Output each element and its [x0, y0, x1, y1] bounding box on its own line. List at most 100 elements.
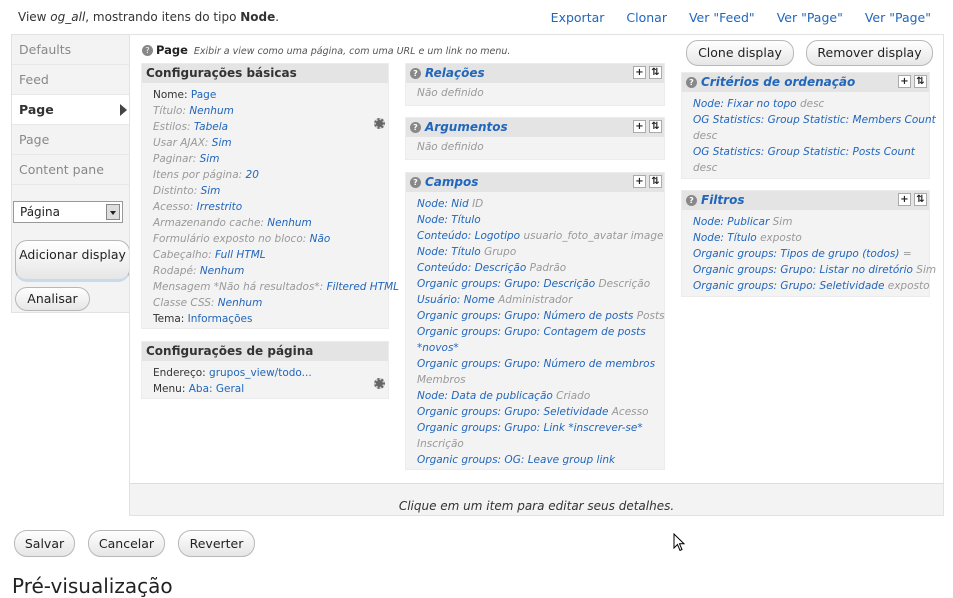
- tab-feed[interactable]: Feed: [12, 65, 129, 95]
- item-detail: Inscrição: [417, 438, 464, 450]
- arguments-box: ? Argumentos + ⇅ Não definido: [405, 117, 665, 160]
- analyze-button[interactable]: Analisar: [15, 287, 90, 311]
- setting-value-link[interactable]: Nenhum: [189, 105, 234, 117]
- item-link[interactable]: OG Statistics: Group Statistic: Posts Co…: [693, 146, 915, 158]
- add-icon[interactable]: +: [633, 120, 646, 133]
- rearrange-icon[interactable]: ⇅: [914, 75, 927, 88]
- setting-value-link[interactable]: Filtered HTML: [327, 281, 399, 293]
- item-link[interactable]: Organic groups: Tipos de grupo (todos): [693, 248, 899, 260]
- item-link[interactable]: *novos*: [417, 342, 459, 354]
- rearrange-icon[interactable]: ⇅: [914, 193, 927, 206]
- view-feed-link[interactable]: Ver "Feed": [689, 10, 755, 25]
- item-detail: Membros: [417, 374, 466, 386]
- save-button[interactable]: Salvar: [14, 530, 75, 557]
- item-link[interactable]: Organic groups: Grupo: Seletividade: [417, 406, 608, 418]
- help-icon[interactable]: ?: [686, 77, 697, 88]
- item-link[interactable]: Organic groups: Grupo: Número de membros: [417, 358, 655, 370]
- list-item: Organic groups: Grupo: Link *inscrever-s…: [417, 420, 664, 436]
- item-link[interactable]: Organic groups: Grupo: Seletividade: [693, 280, 884, 292]
- rearrange-icon[interactable]: ⇅: [649, 66, 662, 79]
- item-link[interactable]: Node: Título: [693, 232, 757, 244]
- revert-button[interactable]: Reverter: [178, 530, 255, 557]
- item-link[interactable]: Organic groups: Grupo: Contagem de posts: [417, 326, 646, 338]
- item-link[interactable]: Organic groups: OG: Leave group link: [417, 454, 615, 466]
- item-link[interactable]: Conteúdo: Logotipo: [417, 230, 520, 242]
- help-icon[interactable]: ?: [410, 68, 421, 79]
- help-icon[interactable]: ?: [142, 45, 153, 56]
- add-icon[interactable]: +: [633, 66, 646, 79]
- setting-row: Armazenando cache: Nenhum: [153, 215, 388, 231]
- export-link[interactable]: Exportar: [551, 10, 605, 25]
- list-item: Organic groups: Grupo: Descrição Descriç…: [417, 276, 664, 292]
- tab-defaults[interactable]: Defaults: [12, 35, 129, 65]
- sort-box: ? Critérios de ordenação + ⇅ Node: Fixar no…: [681, 72, 936, 179]
- add-icon[interactable]: +: [898, 75, 911, 88]
- item-link[interactable]: Node: Data de publicação: [417, 390, 553, 402]
- setting-value-link[interactable]: Não: [310, 233, 331, 245]
- setting-value-link[interactable]: Sim: [212, 137, 232, 149]
- display-type-select[interactable]: Página: [13, 201, 123, 223]
- display-type-value: Página: [20, 205, 60, 219]
- clone-display-button[interactable]: Clone display: [686, 40, 794, 66]
- help-icon[interactable]: ?: [686, 195, 697, 206]
- sort-header[interactable]: ? Critérios de ordenação + ⇅: [682, 73, 929, 92]
- add-display-button[interactable]: Adicionar display: [15, 240, 130, 282]
- setting-value-link[interactable]: Nenhum: [200, 265, 245, 277]
- relations-header[interactable]: ? Relações + ⇅: [406, 64, 664, 83]
- item-link[interactable]: Node: Título: [417, 246, 481, 258]
- help-icon[interactable]: ?: [410, 177, 421, 188]
- rearrange-icon[interactable]: ⇅: [649, 175, 662, 188]
- setting-label: Cabeçalho:: [153, 249, 212, 261]
- list-item: Conteúdo: Descrição Padrão: [417, 260, 664, 276]
- setting-value-link[interactable]: Tabela: [194, 121, 228, 133]
- setting-value-link[interactable]: Irrestrito: [197, 201, 243, 213]
- arguments-title: Argumentos: [425, 120, 508, 134]
- setting-value-link[interactable]: Nenhum: [267, 217, 312, 229]
- help-icon[interactable]: ?: [410, 122, 421, 133]
- setting-value-link[interactable]: Full HTML: [215, 249, 266, 261]
- setting-value-link[interactable]: Page: [191, 89, 216, 101]
- item-link[interactable]: OG Statistics: Group Statistic: Members …: [693, 114, 936, 126]
- panel-header: ? Page Exibir a view como uma página, com …: [142, 43, 510, 57]
- setting-value-link[interactable]: Sim: [201, 185, 221, 197]
- view-title-middle: , mostrando itens do tipo: [85, 10, 241, 24]
- item-link[interactable]: Node: Nid: [417, 198, 469, 210]
- rearrange-icon[interactable]: ⇅: [649, 120, 662, 133]
- cancel-button[interactable]: Cancelar: [88, 530, 165, 557]
- setting-value-link[interactable]: Aba: Geral: [189, 383, 244, 395]
- filters-header[interactable]: ? Filtros + ⇅: [682, 191, 929, 210]
- tab-page-2[interactable]: Page: [12, 125, 129, 155]
- item-link[interactable]: Node: Título: [417, 214, 481, 226]
- setting-value-link[interactable]: Nenhum: [218, 297, 263, 309]
- item-link[interactable]: Node: Fixar no topo: [693, 98, 797, 110]
- setting-value-link[interactable]: grupos_view/todo...: [209, 367, 312, 379]
- chevron-down-icon[interactable]: [106, 204, 120, 220]
- item-link[interactable]: Organic groups: Grupo: Listar no diretór…: [693, 264, 913, 276]
- setting-value-link[interactable]: 20: [246, 169, 259, 181]
- view-page-link[interactable]: Ver "Page": [777, 10, 843, 25]
- item-link[interactable]: Usuário: Nome: [417, 294, 495, 306]
- arguments-header[interactable]: ? Argumentos + ⇅: [406, 118, 664, 137]
- item-link[interactable]: Node: Publicar: [693, 216, 769, 228]
- add-icon[interactable]: +: [633, 175, 646, 188]
- clone-link[interactable]: Clonar: [626, 10, 667, 25]
- list-item: Organic groups: Grupo: Seletividade Aces…: [417, 404, 664, 420]
- remove-display-button[interactable]: Remover display: [806, 40, 933, 66]
- add-icon[interactable]: +: [898, 193, 911, 206]
- tab-content-pane[interactable]: Content pane: [12, 155, 129, 185]
- setting-row: Título: Nenhum: [153, 103, 388, 119]
- setting-value-link[interactable]: Informações: [188, 313, 253, 325]
- item-link[interactable]: Organic groups: Grupo: Descrição: [417, 278, 595, 290]
- item-link[interactable]: Organic groups: Grupo: Link *inscrever-s…: [417, 422, 643, 434]
- setting-label: Mensagem *Não há resultados*:: [153, 281, 324, 293]
- list-item: Organic groups: Grupo: Seletividade expo…: [693, 278, 930, 294]
- item-link[interactable]: Organic groups: Grupo: Número de posts: [417, 310, 633, 322]
- fields-header[interactable]: ? Campos + ⇅: [406, 173, 664, 192]
- gear-icon[interactable]: [374, 378, 385, 389]
- setting-value-link[interactable]: Sim: [200, 153, 220, 165]
- gear-icon[interactable]: [374, 118, 385, 129]
- view-page-link-2[interactable]: Ver "Page": [865, 10, 931, 25]
- tab-page-active[interactable]: Page: [12, 95, 129, 125]
- view-title-prefix: View: [18, 10, 51, 24]
- item-link[interactable]: Conteúdo: Descrição: [417, 262, 526, 274]
